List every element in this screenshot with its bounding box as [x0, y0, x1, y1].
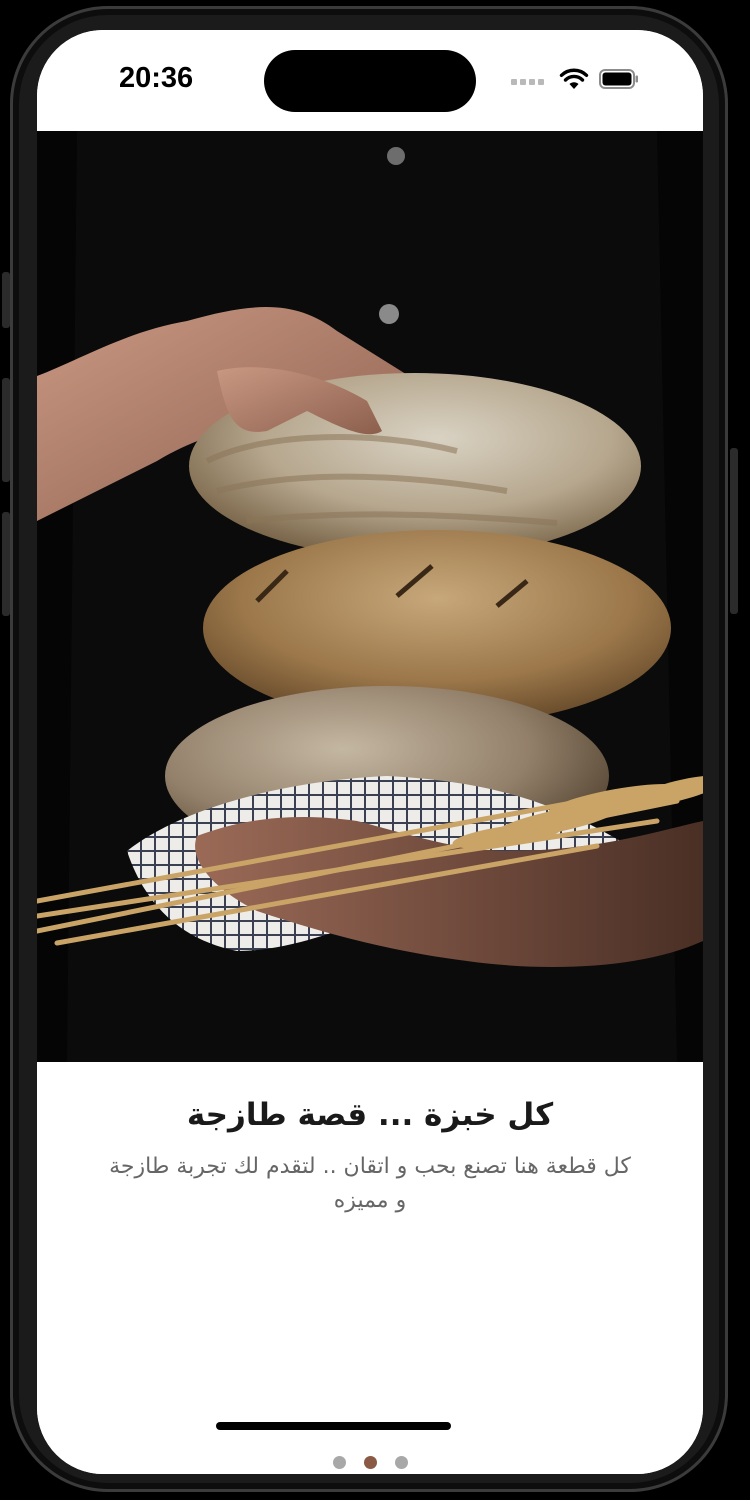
volume-up-button [2, 378, 10, 482]
page-indicator[interactable] [37, 1456, 703, 1470]
page-dot-1[interactable] [332, 1456, 346, 1469]
onboarding-title: كل خبزة ... قصة طازجة [186, 1097, 554, 1133]
hero-image [37, 131, 703, 1062]
status-icons [511, 66, 651, 92]
power-button [730, 448, 738, 614]
mute-switch [2, 272, 10, 328]
volume-down-button [2, 512, 10, 616]
status-time: 20:36 [119, 62, 194, 94]
battery-icon [599, 69, 638, 89]
wifi-icon [559, 68, 589, 89]
app-screen: 20:36 كل خبزة ... قصة طازجة كل قطعة هنا … [37, 30, 703, 1474]
signal-icon [511, 79, 545, 85]
bread-photo [37, 131, 703, 1062]
home-indicator[interactable] [216, 1422, 451, 1430]
dynamic-island [264, 50, 476, 112]
onboarding-description: كل قطعة هنا تصنع بحب و اتقان .. لتقدم لك… [109, 1154, 631, 1213]
onboarding-content: كل خبزة ... قصة طازجة كل قطعة هنا تصنع ب… [37, 1062, 703, 1474]
page-dot-3[interactable] [394, 1456, 408, 1469]
page-dot-2[interactable] [363, 1456, 377, 1469]
status-bar: 20:36 [37, 30, 703, 131]
